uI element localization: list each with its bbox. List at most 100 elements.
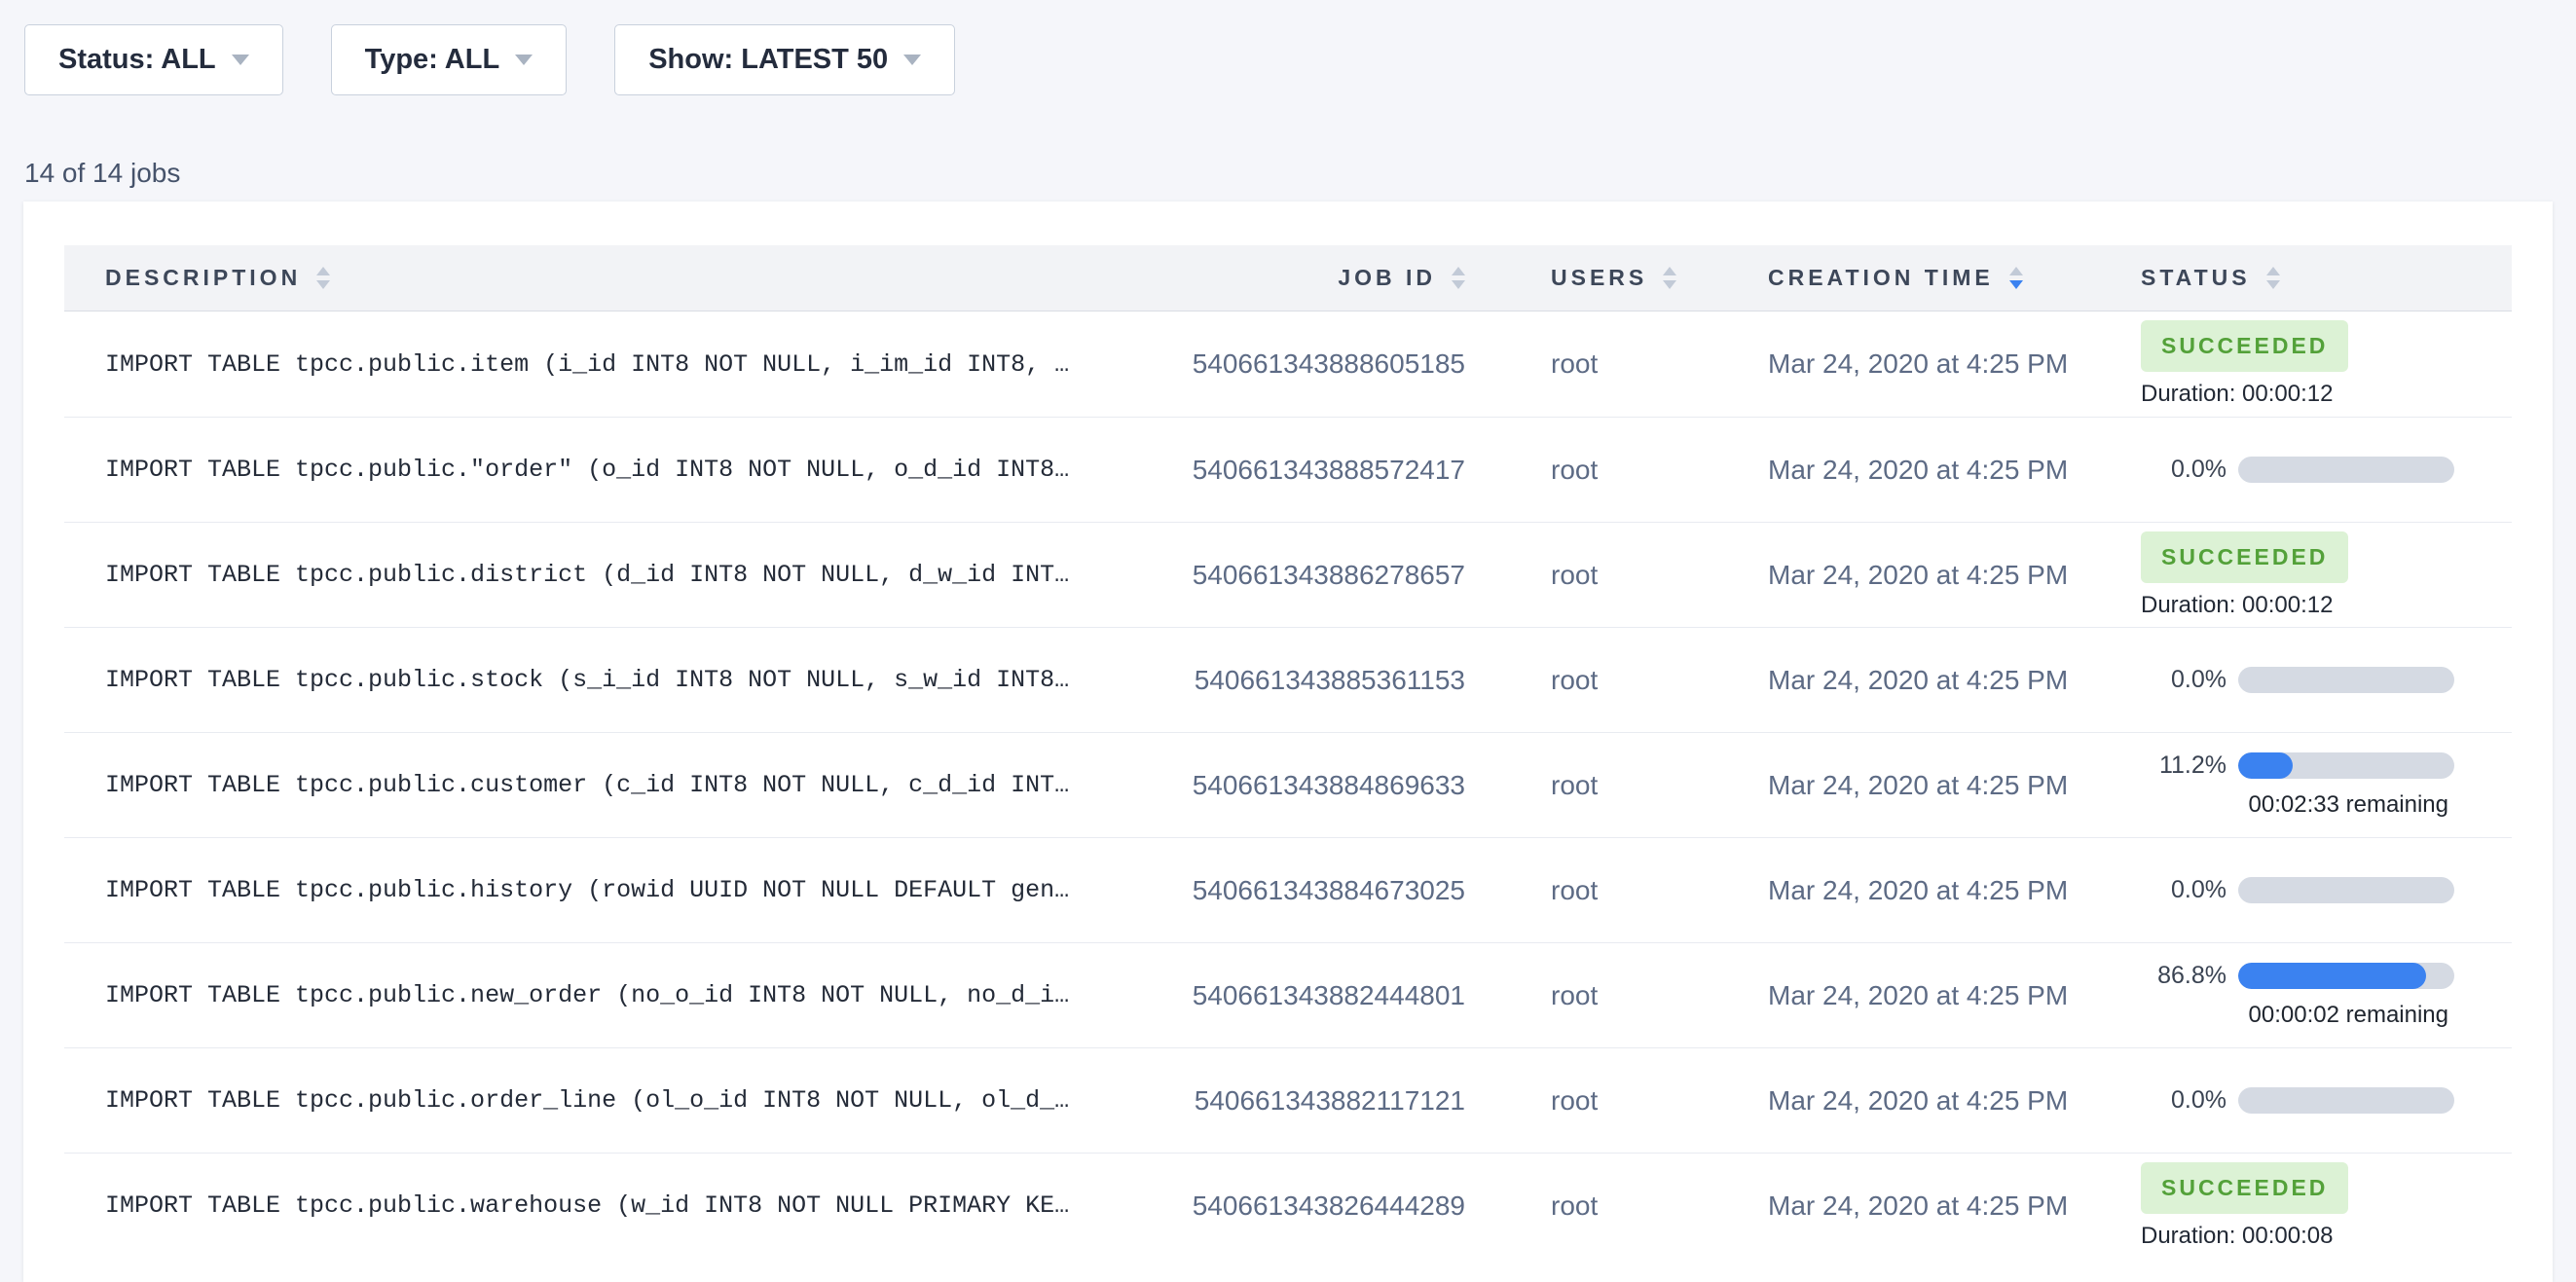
sort-icon xyxy=(2266,267,2280,289)
progress-bar-fill xyxy=(2238,752,2293,779)
job-status-cell: 0.0% xyxy=(2103,876,2512,904)
progress-bar xyxy=(2238,457,2454,483)
column-header-creation-time[interactable]: CREATION TIME xyxy=(1734,265,2103,291)
progress-remaining: 00:00:02 remaining xyxy=(2141,1002,2454,1029)
job-creation-time: Mar 24, 2020 at 4:25 PM xyxy=(1734,980,2103,1011)
status-filter-dropdown[interactable]: Status: ALL xyxy=(24,24,283,95)
job-status-cell: SUCCEEDED Duration: 00:00:08 xyxy=(2103,1162,2512,1250)
job-status-cell: 0.0% xyxy=(2103,1086,2512,1115)
sort-icon xyxy=(1452,267,1465,289)
progress-percent: 0.0% xyxy=(2141,666,2226,694)
table-header: DESCRIPTION JOB ID USERS CREATION TIME S… xyxy=(64,245,2512,311)
job-user: root xyxy=(1465,1085,1734,1117)
jobs-table-card: DESCRIPTION JOB ID USERS CREATION TIME S… xyxy=(23,201,2553,1282)
progress-percent: 0.0% xyxy=(2141,876,2226,904)
job-description: IMPORT TABLE tpcc.public.order_line (ol_… xyxy=(64,1086,1173,1115)
progress-remaining: 00:02:33 remaining xyxy=(2141,791,2454,819)
job-description: IMPORT TABLE tpcc.public."order" (o_id I… xyxy=(64,456,1173,484)
job-id: 540661343884869633 xyxy=(1173,770,1465,801)
job-creation-time: Mar 24, 2020 at 4:25 PM xyxy=(1734,1085,2103,1117)
jobs-page: Status: ALL Type: ALL Show: LATEST 50 14… xyxy=(0,0,2576,1279)
status-duration: Duration: 00:00:12 xyxy=(2141,381,2512,408)
status-duration: Duration: 00:00:12 xyxy=(2141,592,2512,619)
job-id: 540661343886278657 xyxy=(1173,560,1465,591)
status-badge: SUCCEEDED xyxy=(2141,1162,2348,1214)
job-status-cell: 0.0% xyxy=(2103,456,2512,484)
chevron-down-icon xyxy=(515,55,533,65)
status-badge: SUCCEEDED xyxy=(2141,531,2348,583)
job-status-cell: SUCCEEDED Duration: 00:00:12 xyxy=(2103,531,2512,619)
progress-bar xyxy=(2238,1087,2454,1114)
column-header-job-id[interactable]: JOB ID xyxy=(1173,265,1465,291)
column-header-status[interactable]: STATUS xyxy=(2103,265,2512,291)
progress-bar xyxy=(2238,877,2454,903)
job-user: root xyxy=(1465,1190,1734,1222)
type-filter-dropdown[interactable]: Type: ALL xyxy=(331,24,568,95)
job-creation-time: Mar 24, 2020 at 4:25 PM xyxy=(1734,560,2103,591)
chevron-down-icon xyxy=(903,55,921,65)
job-description: IMPORT TABLE tpcc.public.stock (s_i_id I… xyxy=(64,666,1173,694)
table-row: IMPORT TABLE tpcc.public."order" (o_id I… xyxy=(64,417,2512,522)
job-creation-time: Mar 24, 2020 at 4:25 PM xyxy=(1734,455,2103,486)
jobs-table: DESCRIPTION JOB ID USERS CREATION TIME S… xyxy=(64,245,2512,1258)
job-user: root xyxy=(1465,455,1734,486)
table-row: IMPORT TABLE tpcc.public.new_order (no_o… xyxy=(64,942,2512,1047)
job-id: 540661343882444801 xyxy=(1173,980,1465,1011)
job-creation-time: Mar 24, 2020 at 4:25 PM xyxy=(1734,665,2103,696)
job-user: root xyxy=(1465,875,1734,906)
sort-icon xyxy=(316,267,330,289)
job-id: 540661343888572417 xyxy=(1173,455,1465,486)
sort-icon xyxy=(2009,267,2023,289)
job-id: 540661343885361153 xyxy=(1173,665,1465,696)
job-user: root xyxy=(1465,348,1734,380)
table-row: IMPORT TABLE tpcc.public.district (d_id … xyxy=(64,522,2512,627)
progress-percent: 0.0% xyxy=(2141,456,2226,484)
table-row: IMPORT TABLE tpcc.public.order_line (ol_… xyxy=(64,1047,2512,1153)
job-id: 540661343884673025 xyxy=(1173,875,1465,906)
job-creation-time: Mar 24, 2020 at 4:25 PM xyxy=(1734,875,2103,906)
type-filter-label: Type: ALL xyxy=(365,44,500,76)
job-id: 540661343882117121 xyxy=(1173,1085,1465,1117)
job-description: IMPORT TABLE tpcc.public.warehouse (w_id… xyxy=(64,1191,1173,1220)
job-status-cell: 86.8% 00:00:02 remaining xyxy=(2103,962,2512,1029)
jobs-count: 14 of 14 jobs xyxy=(24,158,2576,189)
sort-icon xyxy=(1663,267,1676,289)
job-description: IMPORT TABLE tpcc.public.district (d_id … xyxy=(64,561,1173,589)
progress-bar xyxy=(2238,667,2454,693)
job-description: IMPORT TABLE tpcc.public.item (i_id INT8… xyxy=(64,350,1173,379)
job-creation-time: Mar 24, 2020 at 4:25 PM xyxy=(1734,1190,2103,1222)
table-body: IMPORT TABLE tpcc.public.item (i_id INT8… xyxy=(64,311,2512,1258)
job-id: 540661343888605185 xyxy=(1173,348,1465,380)
table-row: IMPORT TABLE tpcc.public.item (i_id INT8… xyxy=(64,311,2512,417)
job-description: IMPORT TABLE tpcc.public.history (rowid … xyxy=(64,876,1173,904)
table-row: IMPORT TABLE tpcc.public.history (rowid … xyxy=(64,837,2512,942)
job-status-cell: 11.2% 00:02:33 remaining xyxy=(2103,751,2512,819)
show-filter-dropdown[interactable]: Show: LATEST 50 xyxy=(614,24,955,95)
job-description: IMPORT TABLE tpcc.public.new_order (no_o… xyxy=(64,981,1173,1009)
status-filter-label: Status: ALL xyxy=(58,44,216,76)
job-id: 540661343826444289 xyxy=(1173,1190,1465,1222)
progress-bar-fill xyxy=(2238,963,2426,989)
job-creation-time: Mar 24, 2020 at 4:25 PM xyxy=(1734,348,2103,380)
table-row: IMPORT TABLE tpcc.public.customer (c_id … xyxy=(64,732,2512,837)
chevron-down-icon xyxy=(232,55,249,65)
job-description: IMPORT TABLE tpcc.public.customer (c_id … xyxy=(64,771,1173,799)
progress-percent: 11.2% xyxy=(2141,751,2226,780)
column-header-users[interactable]: USERS xyxy=(1465,265,1734,291)
progress-bar xyxy=(2238,963,2454,989)
status-duration: Duration: 00:00:08 xyxy=(2141,1223,2512,1250)
job-status-cell: SUCCEEDED Duration: 00:00:12 xyxy=(2103,320,2512,408)
job-user: root xyxy=(1465,665,1734,696)
progress-percent: 0.0% xyxy=(2141,1086,2226,1115)
job-creation-time: Mar 24, 2020 at 4:25 PM xyxy=(1734,770,2103,801)
show-filter-label: Show: LATEST 50 xyxy=(648,44,888,76)
progress-percent: 86.8% xyxy=(2141,962,2226,990)
column-header-description[interactable]: DESCRIPTION xyxy=(64,265,1173,291)
table-row: IMPORT TABLE tpcc.public.warehouse (w_id… xyxy=(64,1153,2512,1258)
job-user: root xyxy=(1465,560,1734,591)
filters-bar: Status: ALL Type: ALL Show: LATEST 50 xyxy=(0,0,2576,95)
status-badge: SUCCEEDED xyxy=(2141,320,2348,372)
table-row: IMPORT TABLE tpcc.public.stock (s_i_id I… xyxy=(64,627,2512,732)
job-user: root xyxy=(1465,980,1734,1011)
progress-bar xyxy=(2238,752,2454,779)
